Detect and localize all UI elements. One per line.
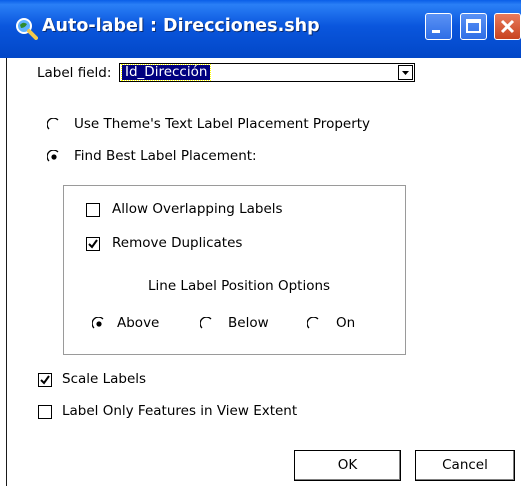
select-dropdown-arrow[interactable] [398, 65, 413, 80]
label-field-label: Label field: [37, 65, 112, 81]
window-left-edge [6, 58, 7, 486]
label-field-select[interactable]: Id_Dirección [119, 63, 415, 82]
line-label-position-heading: Line Label Position Options [148, 278, 331, 294]
maximize-icon [466, 19, 481, 33]
use-theme-placement-radio[interactable] [47, 118, 61, 132]
position-above-label: Above [117, 315, 160, 331]
minimize-icon [432, 30, 440, 33]
checkmark-icon [40, 375, 50, 385]
magnifier-globe-icon [16, 18, 38, 40]
scale-labels-label: Scale Labels [62, 371, 147, 387]
close-button[interactable] [494, 13, 521, 40]
view-extent-label: Label Only Features in View Extent [62, 403, 298, 419]
use-theme-placement-label: Use Theme's Text Label Placement Propert… [74, 116, 371, 132]
close-icon [500, 19, 515, 34]
allow-overlapping-label: Allow Overlapping Labels [112, 201, 283, 217]
auto-label-dialog: Auto-label : Direcciones.shp Label field… [0, 0, 521, 486]
scale-labels-checkbox[interactable] [38, 373, 52, 387]
find-best-placement-radio[interactable] [47, 150, 61, 164]
position-below-radio[interactable] [200, 317, 214, 331]
view-extent-checkbox[interactable] [38, 405, 52, 419]
checkmark-icon [88, 239, 98, 249]
window-title: Auto-label : Direcciones.shp [42, 16, 320, 36]
remove-duplicates-label: Remove Duplicates [112, 235, 243, 251]
ok-button[interactable]: OK [294, 450, 401, 481]
title-bar[interactable]: Auto-label : Direcciones.shp [0, 0, 521, 58]
position-below-label: Below [228, 315, 269, 331]
cancel-button[interactable]: Cancel [415, 450, 515, 481]
remove-duplicates-checkbox[interactable] [86, 237, 100, 251]
maximize-button[interactable] [460, 13, 487, 40]
chevron-down-icon [402, 71, 409, 75]
position-on-radio[interactable] [307, 317, 321, 331]
label-field-value: Id_Dirección [120, 64, 212, 81]
allow-overlapping-checkbox[interactable] [86, 203, 100, 217]
position-on-label: On [336, 315, 356, 331]
find-best-placement-label: Find Best Label Placement: [74, 148, 257, 164]
minimize-button[interactable] [425, 13, 452, 40]
position-above-radio[interactable] [92, 317, 106, 331]
